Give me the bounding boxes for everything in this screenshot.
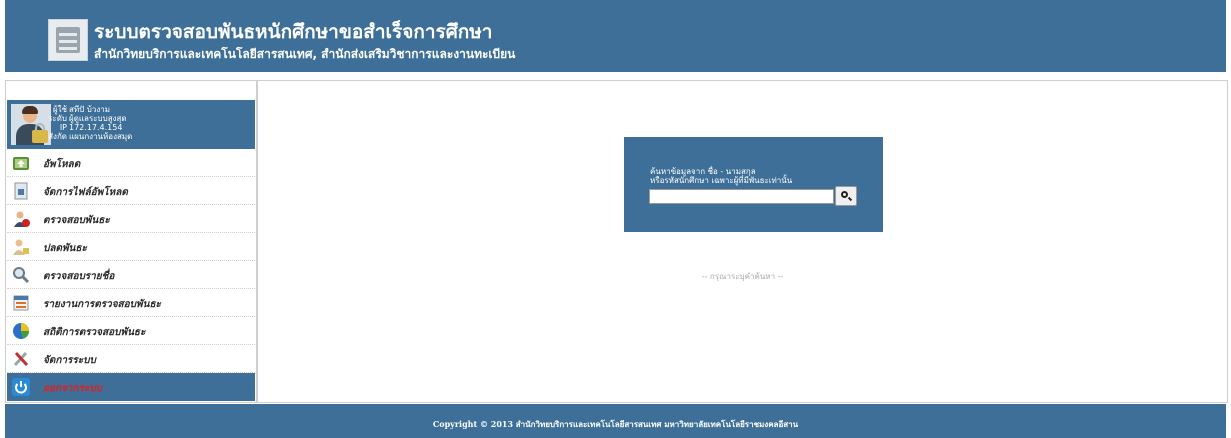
menu-statistics[interactable]: สถิติการตรวจสอบพันธะ [7,317,255,345]
ip-value: 172.17.4.154 [69,123,123,132]
release-user-icon [13,239,29,255]
menu-logout[interactable]: ออกจากระบบ [7,373,255,401]
menu-report[interactable]: รายงานการตรวจสอบพันธะ [7,289,255,317]
menu-upload[interactable]: อัพโหลด [7,149,255,177]
pie-chart-icon [13,323,29,339]
ip-label: IP [59,123,67,132]
level-label: ระดับ [48,114,67,123]
sidebar: ผู้ใช้ สทีปั บ้วงาม ระดับ ผู้ดูแลระบบสูง… [5,80,257,403]
menu-system-manage[interactable]: จัดการระบบ [7,345,255,373]
menu-logout-label: ออกจากระบบ [43,383,103,394]
menu-statistics-label: สถิติการตรวจสอบพันธะ [43,327,146,338]
copyright-text: Copyright © 2013 สำนักวิทยบริการและเทคโน… [432,419,799,429]
menu-check-names[interactable]: ตรวจสอบรายชื่อ [7,261,255,289]
search-panel: ค้นหาข้อมูลจาก ชื่อ - นามสกุล หรือรหัสนั… [624,137,883,232]
search-input[interactable] [649,189,834,204]
user-name-value: สทีปั บ้วงาม [69,105,111,114]
file-manage-icon [14,182,28,200]
menu-check-names-label: ตรวจสอบรายชื่อ [43,271,115,282]
tools-icon [13,351,29,367]
search-icon [841,191,848,198]
menu-release[interactable]: ปลดพันธะ [7,233,255,261]
search-instruction-line2: หรือรหัสนักศึกษา เฉพาะผู้ที่มีพันธะเท่าน… [650,176,793,185]
menu-report-label: รายงานการตรวจสอบพันธะ [43,299,161,310]
header: ระบบตรวจสอบพันธหนักศึกษาขอสำเร็จการศึกษา… [5,0,1226,72]
app-subtitle: สำนักวิทยบริการและเทคโนโลยีสารสนเทศ, สำน… [94,47,516,61]
search-hint: -- กรุณาระบุคำค้นหา -- [701,272,784,281]
department-label: สังกัด [48,132,67,141]
menu-check-obligation[interactable]: ตรวจสอบพันธะ [7,205,255,233]
magnifier-icon [13,267,30,284]
check-obligation-icon [14,211,30,227]
menu-upload-label: อัพโหลด [43,159,81,170]
search-button[interactable] [835,186,857,206]
user-info-panel: ผู้ใช้ สทีปั บ้วงาม ระดับ ผู้ดูแลระบบสูง… [7,100,255,149]
footer: Copyright © 2013 สำนักวิทยบริการและเทคโน… [5,404,1226,438]
power-icon [12,378,30,396]
app-title: ระบบตรวจสอบพันธหนักศึกษาขอสำเร็จการศึกษา [94,21,493,43]
menu-release-label: ปลดพันธะ [43,243,87,254]
app-logo-icon [48,19,88,61]
menu-check-obligation-label: ตรวจสอบพันธะ [43,215,110,226]
level-value: ผู้ดูแลระบบสูงสุด [69,114,127,123]
menu-file-manage-label: จัดการไฟล์อัพโหลด [43,187,128,198]
user-label: ผู้ใช้ [52,105,67,114]
upload-icon [13,157,29,170]
report-icon [13,295,29,311]
main-content: ค้นหาข้อมูลจาก ชื่อ - นามสกุล หรือรหัสนั… [257,80,1228,403]
menu-file-manage[interactable]: จัดการไฟล์อัพโหลด [7,177,255,205]
menu-system-manage-label: จัดการระบบ [43,355,96,366]
department-value: แผนกงานห้องสมุด [69,132,133,141]
